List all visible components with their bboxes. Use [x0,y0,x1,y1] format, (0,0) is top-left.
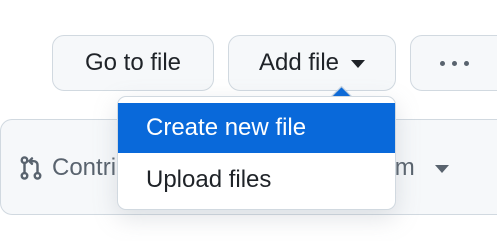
menu-item-upload-files[interactable]: Upload files [118,155,395,205]
git-pull-request-icon [20,156,42,180]
repo-toolbar-area: Go to file Add file Contri eam [0,0,497,241]
add-file-label: Add file [258,49,340,76]
menu-item-create-new-file[interactable]: Create new file [118,103,395,153]
menu-item-label: Upload files [146,166,272,193]
add-file-dropdown-menu: Create new file Upload files [117,96,396,210]
add-file-button[interactable]: Add file [228,35,396,91]
menu-item-label: Create new file [146,114,307,141]
kebab-horizontal-icon [440,60,469,66]
contribute-label: Contri [52,154,117,181]
caret-down-icon [351,60,366,68]
go-to-file-button[interactable]: Go to file [52,35,214,91]
more-options-button[interactable] [410,35,497,91]
caret-down-icon [434,165,449,173]
contribute-button[interactable]: Contri [18,154,116,182]
go-to-file-label: Go to file [84,49,182,76]
